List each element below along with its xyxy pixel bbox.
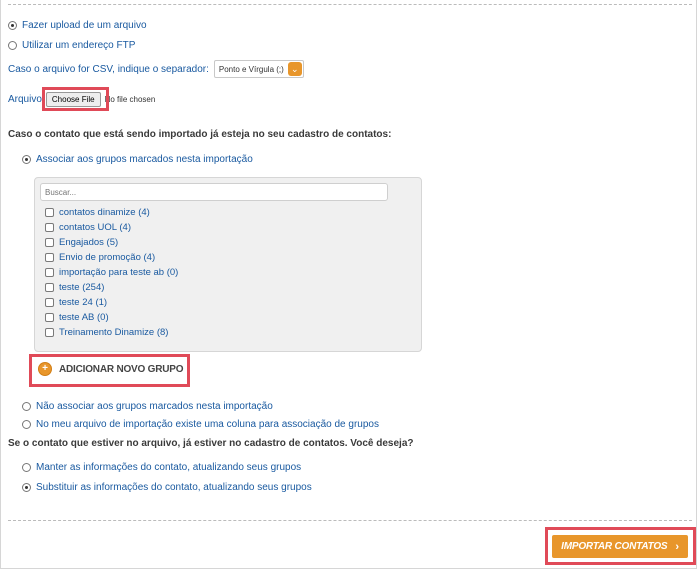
radio-no-associate-control[interactable] bbox=[22, 402, 31, 411]
radio-keep[interactable]: Manter as informações do contato, atuali… bbox=[22, 462, 301, 473]
group-checkbox[interactable] bbox=[45, 268, 54, 277]
group-list-panel: contatos dinamize (4) contatos UOL (4) E… bbox=[34, 177, 422, 352]
group-item[interactable]: teste AB (0) bbox=[45, 312, 109, 323]
group-checkbox[interactable] bbox=[45, 313, 54, 322]
bottom-divider bbox=[8, 520, 692, 521]
separator-label: Caso o arquivo for CSV, indique o separa… bbox=[8, 63, 209, 75]
radio-replace-label: Substituir as informações do contato, at… bbox=[36, 482, 312, 493]
group-label: teste (254) bbox=[59, 282, 105, 293]
radio-no-associate[interactable]: Não associar aos grupos marcados nesta i… bbox=[22, 401, 273, 412]
group-checkbox[interactable] bbox=[45, 223, 54, 232]
group-item[interactable]: contatos dinamize (4) bbox=[45, 207, 150, 218]
group-label: teste 24 (1) bbox=[59, 297, 108, 308]
radio-column-control[interactable] bbox=[22, 420, 31, 429]
separator-select[interactable]: Ponto e Vírgula (;) ⌄ bbox=[213, 60, 304, 78]
radio-ftp-label: Utilizar um endereço FTP bbox=[22, 40, 136, 51]
in-file-question: Se o contato que estiver no arquivo, já … bbox=[8, 438, 414, 449]
radio-associate-label: Associar aos grupos marcados nesta impor… bbox=[36, 154, 253, 165]
group-item[interactable]: teste 24 (1) bbox=[45, 297, 107, 308]
radio-replace-control[interactable] bbox=[22, 483, 31, 492]
radio-keep-label: Manter as informações do contato, atuali… bbox=[36, 462, 302, 473]
radio-associate[interactable]: Associar aos grupos marcados nesta impor… bbox=[22, 154, 253, 165]
highlight-add-group bbox=[29, 354, 190, 387]
radio-ftp-control[interactable] bbox=[8, 41, 17, 50]
top-divider bbox=[8, 4, 692, 5]
group-label: importação para teste ab (0) bbox=[59, 267, 179, 278]
group-label: contatos UOL (4) bbox=[59, 222, 131, 233]
radio-column[interactable]: No meu arquivo de importação existe uma … bbox=[22, 419, 379, 430]
group-item[interactable]: teste (254) bbox=[45, 282, 104, 293]
highlight-import bbox=[545, 527, 696, 565]
group-checkbox[interactable] bbox=[45, 253, 54, 262]
group-label: Engajados (5) bbox=[59, 237, 119, 248]
radio-upload-file-label: Fazer upload de um arquivo bbox=[22, 20, 147, 31]
group-label: Envio de promoção (4) bbox=[59, 252, 156, 263]
radio-column-label: No meu arquivo de importação existe uma … bbox=[36, 419, 379, 430]
existing-contact-question: Caso o contato que está sendo importado … bbox=[8, 129, 392, 140]
radio-ftp[interactable]: Utilizar um endereço FTP bbox=[8, 40, 135, 51]
radio-upload-file[interactable]: Fazer upload de um arquivo bbox=[8, 20, 147, 31]
group-item[interactable]: Envio de promoção (4) bbox=[45, 252, 155, 263]
chevron-down-icon[interactable]: ⌄ bbox=[287, 62, 302, 76]
group-item[interactable]: Treinamento Dinamize (8) bbox=[45, 327, 168, 338]
radio-upload-file-control[interactable] bbox=[8, 21, 17, 30]
group-item[interactable]: contatos UOL (4) bbox=[45, 222, 131, 233]
group-checkbox[interactable] bbox=[45, 328, 54, 337]
separator-select-value: Ponto e Vírgula (;) bbox=[218, 64, 284, 74]
radio-keep-control[interactable] bbox=[22, 463, 31, 472]
group-label: teste AB (0) bbox=[59, 312, 109, 323]
group-label: contatos dinamize (4) bbox=[59, 207, 150, 218]
group-checkbox[interactable] bbox=[45, 238, 54, 247]
no-file-text: No file chosen bbox=[104, 95, 156, 104]
highlight-choose-file bbox=[42, 87, 109, 111]
group-checkbox[interactable] bbox=[45, 298, 54, 307]
group-checkbox[interactable] bbox=[45, 283, 54, 292]
radio-replace[interactable]: Substituir as informações do contato, at… bbox=[22, 482, 312, 493]
group-item[interactable]: importação para teste ab (0) bbox=[45, 267, 178, 278]
file-label: Arquivo bbox=[8, 94, 42, 105]
radio-no-associate-label: Não associar aos grupos marcados nesta i… bbox=[36, 401, 273, 412]
group-item[interactable]: Engajados (5) bbox=[45, 237, 118, 248]
group-search-input[interactable] bbox=[40, 183, 388, 201]
radio-associate-control[interactable] bbox=[22, 155, 31, 164]
group-checkbox[interactable] bbox=[45, 208, 54, 217]
group-label: Treinamento Dinamize (8) bbox=[59, 327, 169, 338]
separator-row: Caso o arquivo for CSV, indique o separa… bbox=[8, 60, 304, 78]
